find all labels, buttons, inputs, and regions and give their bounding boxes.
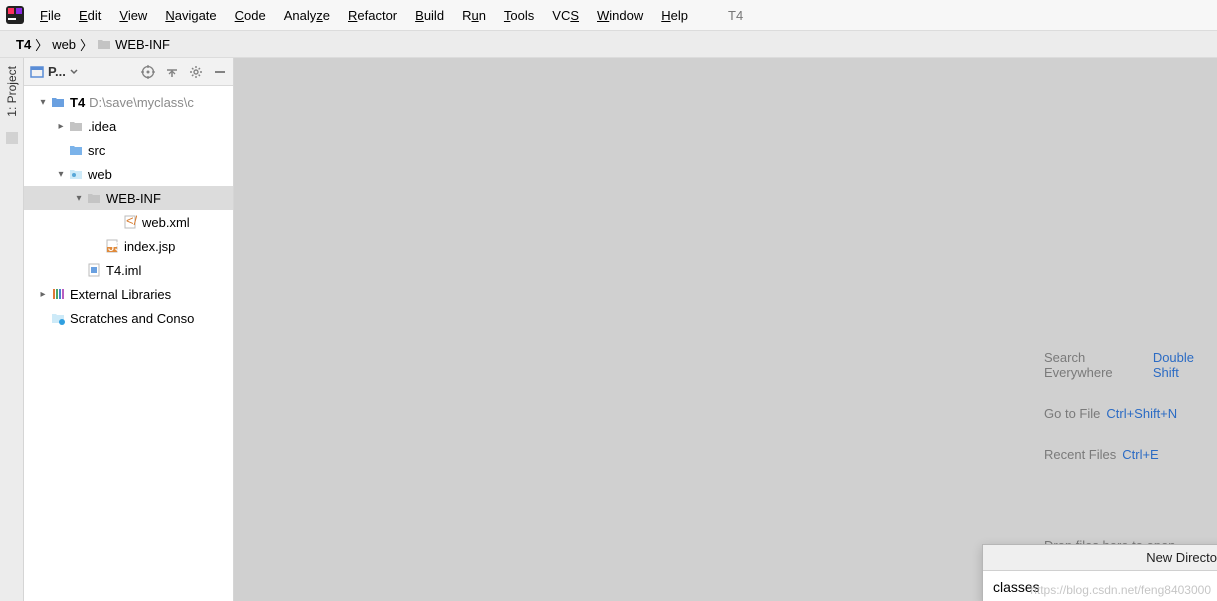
menu-refactor[interactable]: Refactor — [340, 5, 405, 26]
svg-text:JSP: JSP — [108, 239, 119, 253]
tree-node-idea[interactable]: ▸ .idea — [24, 114, 233, 138]
hide-icon[interactable] — [213, 65, 227, 79]
tree-node-indexjsp[interactable]: JSP index.jsp — [24, 234, 233, 258]
breadcrumb-root[interactable]: T4 — [16, 37, 31, 52]
expander-icon[interactable]: ▸ — [36, 289, 50, 300]
locate-icon[interactable] — [141, 65, 155, 79]
folder-icon — [97, 37, 111, 51]
project-panel-title[interactable]: P... — [30, 64, 78, 79]
xml-file-icon: </> — [122, 215, 138, 229]
kb-recent-files: Ctrl+E — [1122, 447, 1158, 462]
tree-node-webxml[interactable]: </> web.xml — [24, 210, 233, 234]
tree-node-t4iml[interactable]: T4.iml — [24, 258, 233, 282]
app-icon — [6, 6, 24, 24]
jsp-file-icon: JSP — [104, 239, 120, 253]
folder-icon — [68, 119, 84, 133]
popup-title: New Directory — [983, 545, 1217, 571]
expander-icon[interactable]: ▾ — [72, 193, 86, 204]
breadcrumb-web[interactable]: web — [52, 37, 76, 52]
iml-file-icon — [86, 263, 102, 277]
structure-icon[interactable] — [5, 131, 19, 145]
tree-node-src[interactable]: src — [24, 138, 233, 162]
menu-view[interactable]: View — [111, 5, 155, 26]
menu-code[interactable]: Code — [227, 5, 274, 26]
module-folder-icon — [50, 95, 66, 109]
kb-goto-file: Ctrl+Shift+N — [1106, 406, 1177, 421]
menu-tools[interactable]: Tools — [496, 5, 542, 26]
chevron-down-icon — [70, 68, 78, 76]
source-folder-icon — [68, 143, 84, 157]
menu-file[interactable]: File — [32, 5, 69, 26]
project-tree: ▾ T4 D:\save\myclass\c ▸ .idea src ▾ — [24, 86, 233, 601]
menu-navigate[interactable]: Navigate — [157, 5, 224, 26]
menu-bar: File Edit View Navigate Code Analyze Ref… — [0, 0, 1217, 30]
project-view-icon — [30, 65, 44, 79]
chevron-right-icon: 〉 — [35, 35, 48, 54]
collapse-all-icon[interactable] — [165, 65, 179, 79]
tree-node-scratches[interactable]: Scratches and Conso — [24, 306, 233, 330]
menu-edit[interactable]: Edit — [71, 5, 109, 26]
context-label: T4 — [728, 8, 743, 23]
tree-node-web[interactable]: ▾ web — [24, 162, 233, 186]
libraries-icon — [50, 287, 66, 301]
menu-run[interactable]: Run — [454, 5, 494, 26]
menu-analyze[interactable]: Analyze — [276, 5, 338, 26]
hint-recent-files: Recent Files Ctrl+E — [1044, 447, 1217, 462]
folder-icon — [86, 191, 102, 205]
project-tool-window: P... ▾ T4 D:\save\myclass\c — [24, 58, 234, 601]
hint-search-everywhere: Search Everywhere Double Shift — [1044, 350, 1217, 380]
hint-goto-file: Go to File Ctrl+Shift+N — [1044, 406, 1217, 421]
expander-icon[interactable]: ▾ — [36, 97, 50, 108]
menu-help[interactable]: Help — [653, 5, 696, 26]
menu-window[interactable]: Window — [589, 5, 651, 26]
gear-icon[interactable] — [189, 65, 203, 79]
watermark-text: https://blog.csdn.net/feng8403000 — [1030, 583, 1211, 597]
menu-vcs[interactable]: VCS — [544, 5, 587, 26]
web-folder-icon — [68, 167, 84, 181]
tree-node-webinf[interactable]: ▾ WEB-INF — [24, 186, 233, 210]
tree-root[interactable]: ▾ T4 D:\save\myclass\c — [24, 90, 233, 114]
svg-text:</>: </> — [126, 215, 137, 228]
chevron-right-icon: 〉 — [80, 35, 93, 54]
breadcrumb: T4 〉 web 〉 WEB-INF — [0, 30, 1217, 58]
kb-double-shift: Double Shift — [1153, 350, 1217, 380]
expander-icon[interactable]: ▾ — [54, 169, 68, 180]
menu-build[interactable]: Build — [407, 5, 452, 26]
welcome-hints: Search Everywhere Double Shift Go to Fil… — [1044, 350, 1217, 553]
gutter-project-tab[interactable]: 1: Project — [5, 62, 19, 121]
left-gutter: 1: Project — [0, 58, 24, 601]
tree-node-external-libs[interactable]: ▸ External Libraries — [24, 282, 233, 306]
breadcrumb-webinf[interactable]: WEB-INF — [97, 37, 170, 52]
expander-icon[interactable]: ▸ — [54, 121, 68, 132]
scratches-icon — [50, 311, 66, 325]
project-panel-header: P... — [24, 58, 233, 86]
editor-empty-area: Search Everywhere Double Shift Go to Fil… — [234, 58, 1217, 601]
